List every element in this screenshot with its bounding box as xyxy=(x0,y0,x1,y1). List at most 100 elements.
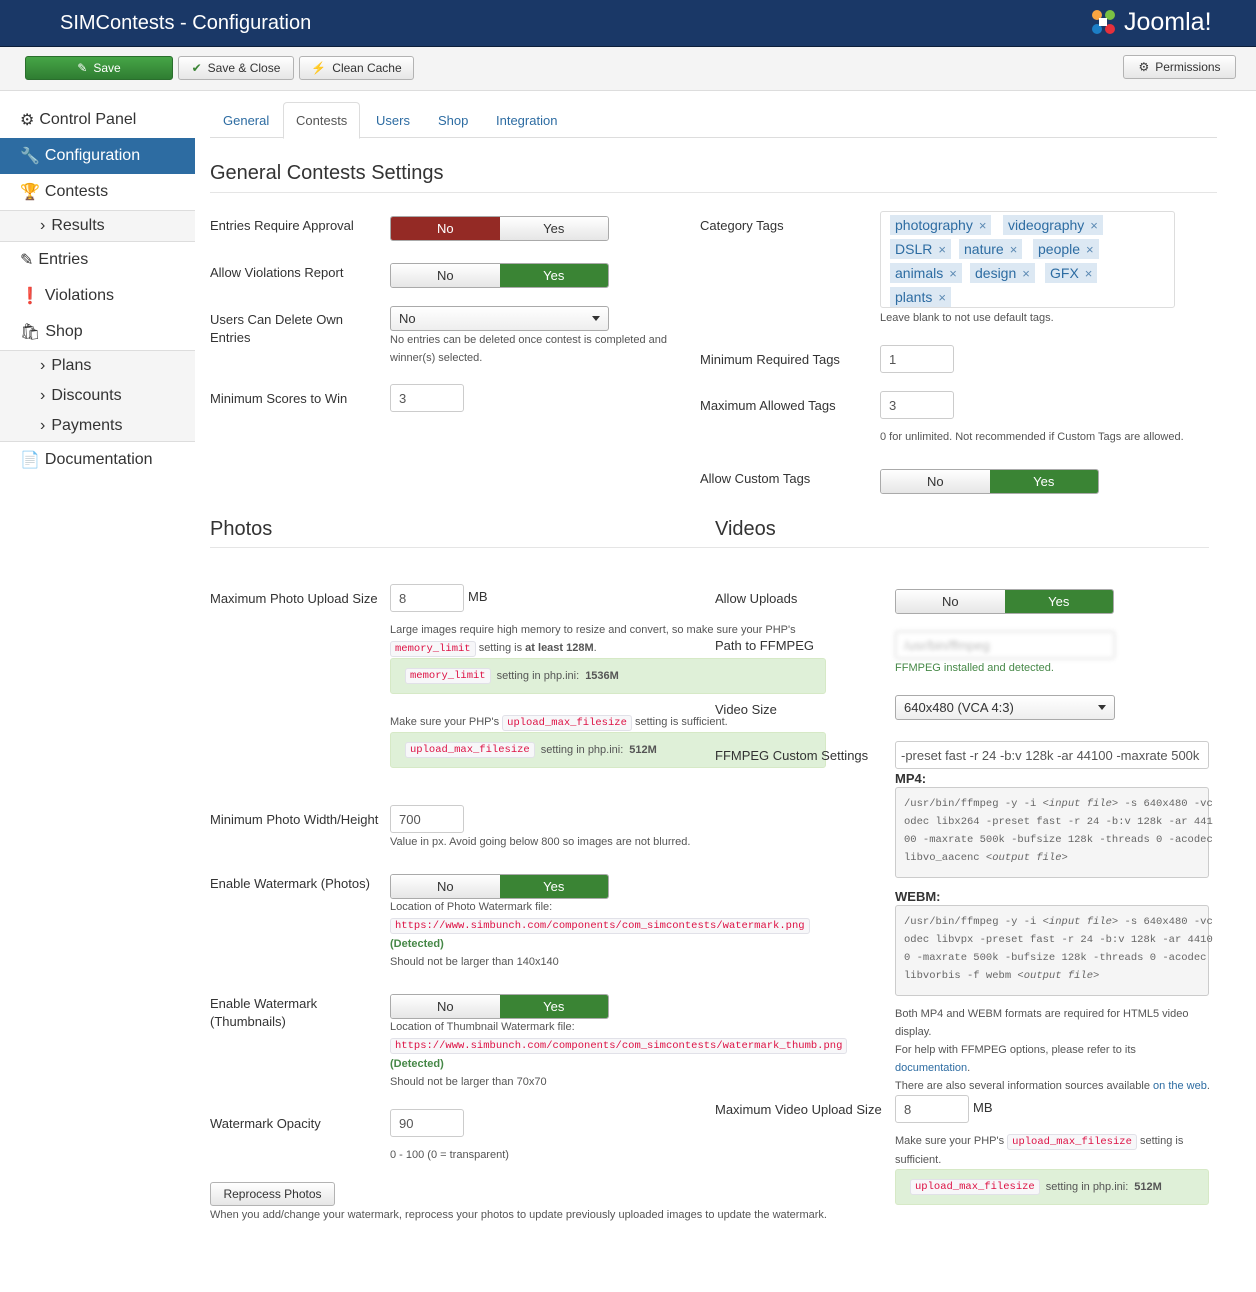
clean-cache-button[interactable]: ⚡ Clean Cache xyxy=(299,56,414,80)
remove-tag-icon[interactable]: × xyxy=(1090,218,1098,233)
tag-videography: videography × xyxy=(1003,215,1103,235)
edit-icon: ✎ xyxy=(77,61,88,75)
on-the-web-link[interactable]: on the web xyxy=(1153,1080,1207,1092)
watermark-photos-toggle: No Yes xyxy=(390,874,609,899)
min-scores-input[interactable]: 3 xyxy=(390,384,464,412)
caret-down-icon xyxy=(592,316,600,321)
video-max-upload-unit: MB xyxy=(973,1100,993,1115)
opacity-input[interactable]: 90 xyxy=(390,1109,464,1137)
allow-uploads-yes[interactable]: Yes xyxy=(1004,590,1113,613)
custom-tags-no[interactable]: No xyxy=(881,470,990,493)
entries-approval-yes[interactable]: Yes xyxy=(499,217,608,240)
caret-down-icon xyxy=(1098,705,1106,710)
min-tags-input[interactable]: 1 xyxy=(880,345,954,373)
remove-tag-icon[interactable]: × xyxy=(938,242,946,257)
video-upload-help: Make sure your PHP's upload_max_filesize… xyxy=(895,1134,1184,1166)
remove-tag-icon[interactable]: × xyxy=(979,218,987,233)
tab-integration[interactable]: Integration xyxy=(484,102,569,138)
sidebar-item-discounts[interactable]: › Discounts xyxy=(0,381,195,411)
video-size-select[interactable]: 640x480 (VCA 4:3) xyxy=(895,695,1115,720)
custom-tags-label: Allow Custom Tags xyxy=(700,471,811,486)
remove-tag-icon[interactable]: × xyxy=(949,266,957,281)
documentation-link[interactable]: documentation xyxy=(895,1062,967,1074)
toolbar: ✎ Save ✔ Save & Close ⚡ Clean Cache ⚙ Permis… xyxy=(0,47,1256,91)
sidebar-item-violations[interactable]: ❗ Violations xyxy=(0,278,195,314)
ffmpeg-path-input[interactable]: /usr/bin/ffmpeg xyxy=(895,631,1115,659)
allow-uploads-no[interactable]: No xyxy=(896,590,1005,613)
video-upload-well: upload_max_filesize setting in php.ini: … xyxy=(895,1169,1209,1205)
tag-plants: plants × xyxy=(890,287,951,307)
config-tabs: General Contests Users Shop Integration xyxy=(210,102,1217,139)
max-tags-help: 0 for unlimited. Not recommended if Cust… xyxy=(880,431,1184,443)
check-icon: ✔ xyxy=(191,61,202,75)
custom-tags-yes[interactable]: Yes xyxy=(989,470,1098,493)
command-line: odec libvpx -preset fast -r 24 -b:v 128k… xyxy=(904,934,1213,946)
photo-max-upload-unit: MB xyxy=(468,589,488,604)
sidebar-item-payments[interactable]: › Payments xyxy=(0,411,195,441)
sidebar-item-contests[interactable]: 🏆 Contests xyxy=(0,174,195,210)
video-max-upload-input[interactable]: 8 xyxy=(895,1095,969,1123)
watermark-thumbs-help: Location of Thumbnail Watermark file: ht… xyxy=(390,1018,848,1091)
remove-tag-icon[interactable]: × xyxy=(938,290,946,305)
chevron-right-icon: › xyxy=(40,357,46,374)
min-tags-label: Minimum Required Tags xyxy=(700,352,840,367)
trophy-icon: 🏆 xyxy=(20,184,40,201)
min-wh-input[interactable]: 700 xyxy=(390,805,464,833)
watermark-photos-no[interactable]: No xyxy=(391,875,500,898)
tab-users[interactable]: Users xyxy=(364,102,422,138)
command-line: 00 -maxrate 500k -bufsize 128k -threads … xyxy=(904,834,1213,846)
ffmpeg-custom-input[interactable]: -preset fast -r 24 -b:v 128k -ar 44100 -… xyxy=(895,741,1209,769)
watermark-thumbs-url: https://www.simbunch.com/components/com_… xyxy=(390,1038,848,1054)
mp4-command: /usr/bin/ffmpeg -y -i <input file> -s 64… xyxy=(895,787,1213,878)
watermark-photos-help: Location of Photo Watermark file: https:… xyxy=(390,898,830,971)
watermark-thumbs-toggle: No Yes xyxy=(390,994,609,1019)
sidebar-item-plans[interactable]: › Plans xyxy=(0,351,195,381)
joomla-logo-icon xyxy=(1092,10,1115,34)
edit-icon: ✎ xyxy=(20,252,34,269)
opacity-label: Watermark Opacity xyxy=(210,1116,321,1131)
photo-max-upload-input[interactable]: 8 xyxy=(390,584,464,612)
watermark-photos-url: https://www.simbunch.com/components/com_… xyxy=(390,918,810,934)
exclamation-icon: ❗ xyxy=(20,288,40,305)
users-delete-select[interactable]: No xyxy=(390,306,609,331)
command-line: /usr/bin/ffmpeg -y -i <input file> -s 64… xyxy=(904,798,1213,810)
sidebar-item-documentation[interactable]: 📄 Documentation xyxy=(0,442,195,478)
reprocess-photos-button[interactable]: Reprocess Photos xyxy=(210,1182,335,1206)
save-close-button[interactable]: ✔ Save & Close xyxy=(178,56,294,80)
sidebar-item-shop[interactable]: 🛍 Shop xyxy=(0,314,195,350)
tab-shop[interactable]: Shop xyxy=(426,102,480,138)
sidebar-item-control-panel[interactable]: ⚙ Control Panel xyxy=(0,102,195,138)
command-line: /usr/bin/ffmpeg -y -i <input file> -s 64… xyxy=(904,916,1213,928)
command-line: libvo_aacenc <output file> xyxy=(904,852,1068,864)
violations-report-no[interactable]: No xyxy=(391,264,500,287)
entries-approval-label: Entries Require Approval xyxy=(210,218,354,233)
max-tags-label: Maximum Allowed Tags xyxy=(700,398,836,413)
remove-tag-icon[interactable]: × xyxy=(1022,266,1030,281)
save-button[interactable]: ✎ Save xyxy=(25,56,173,80)
users-delete-label: Users Can Delete Own Entries xyxy=(210,312,343,345)
max-tags-input[interactable]: 3 xyxy=(880,391,954,419)
entries-approval-no[interactable]: No xyxy=(391,217,500,240)
page-title: SIMContests - Configuration xyxy=(60,12,312,34)
chevron-right-icon: › xyxy=(40,387,46,404)
watermark-photos-yes[interactable]: Yes xyxy=(499,875,608,898)
violations-report-yes[interactable]: Yes xyxy=(499,264,608,287)
remove-tag-icon[interactable]: × xyxy=(1085,266,1093,281)
sidebar-item-entries[interactable]: ✎ Entries xyxy=(0,242,195,278)
remove-tag-icon[interactable]: × xyxy=(1010,242,1018,257)
video-size-label: Video Size xyxy=(715,702,777,717)
tag-gfx: GFX × xyxy=(1045,263,1098,283)
remove-tag-icon[interactable]: × xyxy=(1086,242,1094,257)
category-tags-input[interactable]: photography × videography × DSLR × nature × … xyxy=(880,211,1175,308)
memory-limit-well: memory_limit setting in php.ini: 1536M xyxy=(390,658,826,694)
webm-label: WEBM: xyxy=(895,889,941,904)
sidebar-item-results[interactable]: › Results xyxy=(0,211,195,241)
watermark-photos-label: Enable Watermark (Photos) xyxy=(210,876,370,891)
category-tags-help: Leave blank to not use default tags. xyxy=(880,312,1054,324)
watermark-thumbs-no[interactable]: No xyxy=(391,995,500,1018)
sidebar-item-configuration[interactable]: 🔧 Configuration xyxy=(0,138,195,174)
permissions-button[interactable]: ⚙ Permissions xyxy=(1123,55,1236,79)
tab-contests[interactable]: Contests xyxy=(283,102,361,139)
tab-general[interactable]: General xyxy=(211,102,281,138)
watermark-thumbs-yes[interactable]: Yes xyxy=(499,995,608,1018)
